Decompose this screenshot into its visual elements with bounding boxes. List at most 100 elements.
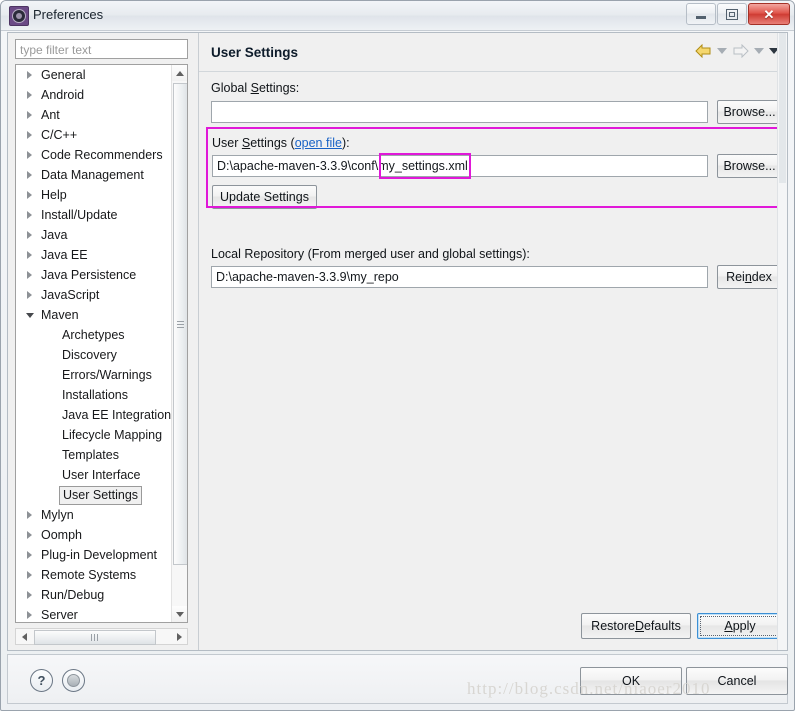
sidebar-item-java-ee-integration[interactable]: Java EE Integration bbox=[16, 405, 172, 425]
vertical-scroll-thumb[interactable] bbox=[173, 83, 187, 565]
chevron-right-icon[interactable] bbox=[27, 71, 32, 79]
tree-scroll-area: General Android Ant C/C++ Code Recommenders D… bbox=[16, 65, 172, 622]
scroll-up-button[interactable] bbox=[172, 65, 187, 81]
back-dropdown-icon[interactable] bbox=[717, 48, 727, 54]
sidebar-item-label: Ant bbox=[41, 108, 60, 122]
chevron-right-icon[interactable] bbox=[27, 551, 32, 559]
sidebar-item-oomph[interactable]: Oomph bbox=[16, 525, 172, 545]
sidebar-item-archetypes[interactable]: Archetypes bbox=[16, 325, 172, 345]
tree-vertical-scrollbar[interactable] bbox=[171, 65, 187, 622]
sidebar-item-label: Maven bbox=[41, 308, 79, 322]
triangle-left-icon bbox=[21, 632, 27, 641]
sidebar-item-label: Discovery bbox=[62, 348, 117, 362]
chevron-right-icon[interactable] bbox=[27, 251, 32, 259]
chevron-right-icon[interactable] bbox=[27, 571, 32, 579]
tree-horizontal-scrollbar[interactable] bbox=[15, 628, 188, 645]
sidebar-item-errors-warnings[interactable]: Errors/Warnings bbox=[16, 365, 172, 385]
close-button[interactable]: ✕ bbox=[748, 3, 790, 25]
sidebar-item-label: JavaScript bbox=[41, 288, 100, 302]
sidebar-item-remote-systems[interactable]: Remote Systems bbox=[16, 565, 172, 585]
local-repository-input[interactable]: D:\apache-maven-3.3.9\my_repo bbox=[211, 266, 708, 288]
sidebar-item-code-recommenders[interactable]: Code Recommenders bbox=[16, 145, 172, 165]
chevron-right-icon[interactable] bbox=[27, 131, 32, 139]
sidebar-item-install-update[interactable]: Install/Update bbox=[16, 205, 172, 225]
chevron-right-icon[interactable] bbox=[27, 231, 32, 239]
chevron-right-icon[interactable] bbox=[27, 171, 32, 179]
sidebar-item-server[interactable]: Server bbox=[16, 605, 172, 622]
cancel-button[interactable]: Cancel bbox=[686, 667, 788, 695]
user-settings-browse-button[interactable]: Browse... bbox=[717, 154, 782, 178]
question-mark-icon[interactable]: ? bbox=[30, 669, 53, 692]
chevron-right-icon[interactable] bbox=[27, 151, 32, 159]
chevron-right-icon[interactable] bbox=[27, 611, 32, 619]
page-title: User Settings bbox=[211, 45, 299, 60]
content-scroll-thumb[interactable] bbox=[779, 33, 786, 183]
sidebar-item-label: Archetypes bbox=[62, 328, 125, 342]
global-settings-browse-button[interactable]: Browse... bbox=[717, 100, 782, 124]
user-settings-input[interactable]: D:\apache-maven-3.3.9\conf\my_settings.x… bbox=[212, 155, 708, 177]
sidebar-item-label: Errors/Warnings bbox=[62, 368, 152, 382]
reindex-button[interactable]: Rei n dex bbox=[717, 265, 781, 289]
sidebar-item-installations[interactable]: Installations bbox=[16, 385, 172, 405]
sidebar-item-javascript[interactable]: JavaScript bbox=[16, 285, 172, 305]
sidebar-item-lifecycle-mapping[interactable]: Lifecycle Mapping bbox=[16, 425, 172, 445]
global-settings-input[interactable] bbox=[211, 101, 708, 123]
forward-dropdown-icon[interactable] bbox=[754, 48, 764, 54]
forward-arrow-icon bbox=[733, 44, 749, 58]
sidebar-item-user-interface[interactable]: User Interface bbox=[16, 465, 172, 485]
sidebar-item-label: Java bbox=[41, 228, 68, 242]
horizontal-scroll-thumb[interactable] bbox=[34, 630, 156, 645]
scroll-down-button[interactable] bbox=[172, 606, 187, 622]
sidebar-item-android[interactable]: Android bbox=[16, 85, 172, 105]
close-icon: ✕ bbox=[763, 6, 775, 22]
circle-button-icon[interactable] bbox=[62, 669, 85, 692]
user-settings-page: User Settings Global Settings: Browse... bbox=[198, 33, 787, 650]
scroll-right-button[interactable] bbox=[171, 629, 187, 644]
global-settings-label: Global Settings: bbox=[211, 81, 300, 95]
chevron-right-icon[interactable] bbox=[27, 531, 32, 539]
user-settings-path-prefix: D:\apache-maven-3.3.9\conf\ bbox=[217, 159, 379, 173]
sidebar-item-java-persistence[interactable]: Java Persistence bbox=[16, 265, 172, 285]
sidebar-item-general[interactable]: General bbox=[16, 65, 172, 85]
maximize-button[interactable] bbox=[717, 3, 747, 25]
back-arrow-icon[interactable] bbox=[695, 44, 712, 58]
filter-input[interactable]: type filter text bbox=[15, 39, 188, 59]
sidebar-item-discovery[interactable]: Discovery bbox=[16, 345, 172, 365]
sidebar-item-label: Data Management bbox=[41, 168, 144, 182]
triangle-up-icon bbox=[175, 70, 184, 76]
sidebar-item-c-c[interactable]: C/C++ bbox=[16, 125, 172, 145]
preferences-tree[interactable]: General Android Ant C/C++ Code Recommenders D… bbox=[15, 64, 188, 623]
chevron-right-icon[interactable] bbox=[27, 191, 32, 199]
sidebar-item-java[interactable]: Java bbox=[16, 225, 172, 245]
sidebar-item-user-settings[interactable]: User Settings bbox=[16, 485, 172, 505]
restore-icon bbox=[726, 8, 738, 20]
scroll-left-button[interactable] bbox=[16, 629, 32, 644]
sidebar-item-mylyn[interactable]: Mylyn bbox=[16, 505, 172, 525]
ok-button[interactable]: OK bbox=[580, 667, 682, 695]
sidebar-item-ant[interactable]: Ant bbox=[16, 105, 172, 125]
sidebar-item-data-management[interactable]: Data Management bbox=[16, 165, 172, 185]
open-file-link[interactable]: open file bbox=[295, 136, 342, 150]
chevron-right-icon[interactable] bbox=[27, 591, 32, 599]
sidebar-item-java-ee[interactable]: Java EE bbox=[16, 245, 172, 265]
restore-defaults-button[interactable]: Restore Defaults bbox=[581, 613, 691, 639]
chevron-right-icon[interactable] bbox=[27, 91, 32, 99]
sidebar-item-label: C/C++ bbox=[41, 128, 78, 142]
content-vertical-scrollbar[interactable] bbox=[777, 33, 787, 650]
sidebar-item-label: Java EE bbox=[41, 248, 88, 262]
chevron-right-icon[interactable] bbox=[27, 111, 32, 119]
update-settings-button[interactable]: Update Settings bbox=[212, 185, 317, 209]
chevron-right-icon[interactable] bbox=[27, 291, 32, 299]
minimize-button[interactable] bbox=[686, 3, 716, 25]
sidebar-item-help[interactable]: Help bbox=[16, 185, 172, 205]
sidebar-item-maven[interactable]: Maven bbox=[16, 305, 172, 325]
chevron-right-icon[interactable] bbox=[27, 211, 32, 219]
chevron-right-icon[interactable] bbox=[27, 271, 32, 279]
chevron-down-icon[interactable] bbox=[26, 313, 34, 318]
sidebar-item-templates[interactable]: Templates bbox=[16, 445, 172, 465]
sidebar-item-label: Run/Debug bbox=[41, 588, 105, 602]
sidebar-item-run-debug[interactable]: Run/Debug bbox=[16, 585, 172, 605]
sidebar-item-plug-in-development[interactable]: Plug-in Development bbox=[16, 545, 172, 565]
apply-button[interactable]: Apply bbox=[697, 613, 783, 639]
chevron-right-icon[interactable] bbox=[27, 511, 32, 519]
